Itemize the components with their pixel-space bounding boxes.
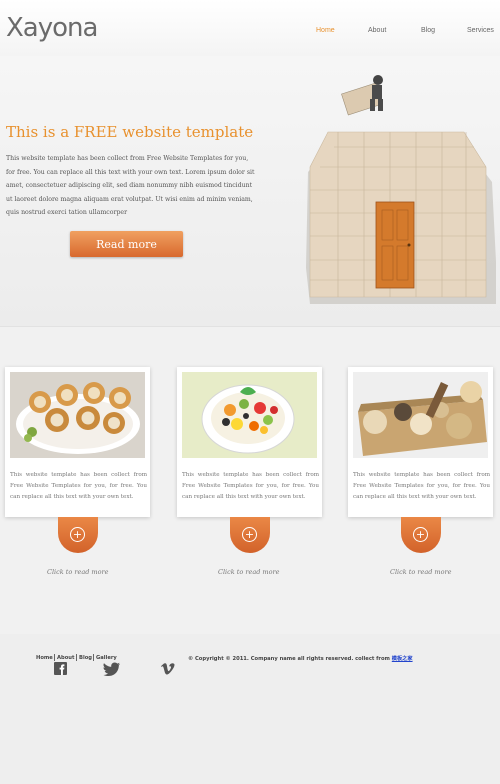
card-pastries: This website template has been collect f…	[5, 367, 150, 517]
footer-nav-about[interactable]: About	[57, 655, 74, 661]
nav-services[interactable]: Services	[467, 27, 494, 34]
card-bath-sponges: This website template has been collect f…	[348, 367, 493, 517]
facebook-icon[interactable]	[54, 662, 67, 675]
read-more-button[interactable]: Read more	[70, 231, 183, 257]
card-text: This website template has been collect f…	[10, 472, 147, 500]
click-to-read-more-link[interactable]: Click to read more	[390, 568, 451, 576]
card-fruit-salad: This website template has been collect f…	[177, 367, 322, 517]
copyright-text: © Copyright © 2011. Company name all rig…	[188, 656, 390, 662]
plus-icon: +	[413, 527, 428, 542]
card-text: This website template has been collect f…	[182, 472, 319, 500]
vimeo-icon[interactable]	[160, 662, 175, 675]
footer-nav-home[interactable]: Home	[36, 655, 53, 661]
bath-sponges-image	[353, 372, 488, 458]
click-to-read-more-link[interactable]: Click to read more	[218, 568, 279, 576]
nav-about[interactable]: About	[368, 27, 386, 34]
logo[interactable]: Xayona	[6, 13, 98, 43]
footer-nav-blog[interactable]: Blog	[79, 655, 92, 661]
footer-nav-separator	[93, 654, 94, 661]
hero-text: This website template has been collect f…	[6, 155, 255, 216]
plus-icon: +	[242, 527, 257, 542]
fruit-salad-image	[182, 372, 317, 458]
card-expand-tab[interactable]: +	[230, 517, 270, 553]
header: Xayona Home About Blog Services	[0, 0, 500, 56]
divider	[0, 326, 500, 327]
plus-icon: +	[70, 527, 85, 542]
house-illustration	[306, 75, 496, 304]
card-text: This website template has been collect f…	[353, 472, 490, 500]
footer-nav-separator	[76, 654, 77, 661]
twitter-icon[interactable]	[103, 662, 121, 676]
copyright: © Copyright © 2011. Company name all rig…	[188, 655, 413, 662]
card-expand-tab[interactable]: +	[58, 517, 98, 553]
nav-home[interactable]: Home	[316, 27, 335, 34]
copyright-link[interactable]: 模板之家	[392, 656, 413, 662]
nav-blog[interactable]: Blog	[421, 27, 435, 34]
footer-nav-separator	[54, 654, 55, 661]
footer-nav-gallery[interactable]: Gallery	[96, 655, 117, 661]
click-to-read-more-link[interactable]: Click to read more	[47, 568, 108, 576]
card-expand-tab[interactable]: +	[401, 517, 441, 553]
hero-title: This is a FREE website template	[6, 123, 254, 141]
pastries-image	[10, 372, 145, 458]
